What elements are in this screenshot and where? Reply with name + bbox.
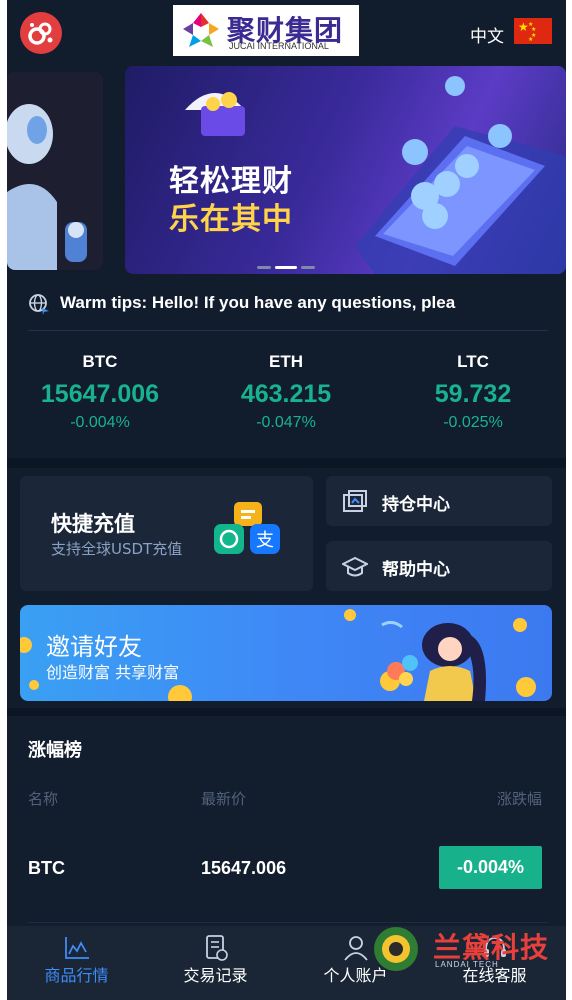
ticker-price: 59.732	[434, 380, 512, 408]
ticker-change: -0.025%	[443, 414, 503, 431]
tab-trade-records[interactable]: 交易记录	[146, 926, 285, 1000]
ranking-title: 涨幅榜	[28, 740, 82, 761]
document-icon	[206, 935, 228, 961]
ticker-change: -0.004%	[70, 414, 130, 431]
carousel-dot[interactable]	[257, 266, 271, 269]
invite-subtitle: 创造财富 共享财富	[46, 663, 180, 682]
positions-center-button[interactable]: 持仓中心	[326, 476, 552, 526]
section-separator	[7, 458, 566, 468]
ticker-name: ETH	[269, 352, 303, 371]
section-separator	[7, 708, 566, 716]
carousel-dot[interactable]	[275, 266, 297, 269]
china-flag-icon[interactable]: ★ ★ ★ ★ ★	[514, 18, 552, 44]
banner-slide-previous[interactable]	[7, 72, 103, 270]
row-change-badge: -0.004%	[439, 846, 542, 889]
app-screen: 聚财集团 JUCAI INTERNATIONAL 中文 ★ ★ ★ ★ ★ 轻松…	[7, 0, 566, 1000]
app-logo-icon[interactable]	[20, 12, 62, 54]
ticker-name: LTC	[457, 352, 489, 371]
invite-title: 邀请好友	[46, 633, 142, 661]
column-header-change: 涨跌幅	[497, 790, 543, 808]
robot-illustration	[7, 72, 103, 270]
help-label: 帮助中心	[382, 560, 450, 580]
help-center-button[interactable]: 帮助中心	[326, 541, 552, 591]
positions-label: 持仓中心	[382, 495, 450, 515]
ticker-name: BTC	[82, 352, 118, 371]
payment-methods-icon: 支	[214, 502, 280, 554]
graduation-cap-icon	[342, 556, 368, 577]
watermark-subtext: LANDAI TECH	[435, 960, 499, 969]
divider	[28, 922, 548, 923]
column-header-name: 名称	[28, 790, 59, 808]
banner-carousel[interactable]: 轻松理财 乐在其中	[7, 62, 566, 276]
brand-name-en: JUCAI INTERNATIONAL	[229, 41, 329, 51]
holdings-icon	[343, 490, 367, 512]
alipay-glyph: 支	[256, 530, 274, 551]
tab-label: 商品行情	[44, 966, 109, 985]
banner-headline-2: 乐在其中	[169, 202, 293, 237]
notice-bar[interactable]: Warm tips: Hello! If you have any questi…	[7, 283, 566, 323]
tab-label: 交易记录	[183, 966, 248, 985]
divider	[28, 330, 548, 331]
brand-emblem-icon	[183, 13, 219, 47]
banner-slide-main[interactable]: 轻松理财 乐在其中	[125, 66, 566, 274]
gainers-ranking: 涨幅榜 名称 最新价 涨跌幅 BTC 15647.006 -0.004%	[7, 716, 566, 926]
ticker-price: 463.215	[240, 380, 332, 408]
invite-friends-banner[interactable]: 邀请好友 创造财富 共享财富	[20, 605, 552, 701]
notice-text: Warm tips: Hello! If you have any questi…	[60, 293, 456, 312]
ticker-strip: BTC 15647.006 -0.004% ETH 463.215 -0.047…	[7, 340, 566, 450]
brand-logo: 聚财集团 JUCAI INTERNATIONAL	[173, 5, 359, 56]
recharge-subtitle: 支持全球USDT充值	[51, 540, 183, 558]
quick-recharge-card[interactable]: 快捷充值 支持全球USDT充值 支	[20, 476, 313, 591]
row-symbol: BTC	[28, 858, 65, 878]
recharge-title: 快捷充值	[51, 512, 135, 536]
watermark-emblem-icon	[374, 927, 418, 971]
carousel-dot[interactable]	[301, 266, 315, 269]
chart-icon	[65, 937, 89, 959]
column-header-price: 最新价	[201, 790, 247, 808]
ticker-price: 15647.006	[40, 380, 160, 408]
language-label[interactable]: 中文	[470, 22, 504, 47]
watermark: 兰黛科技 LANDAI TECH	[371, 924, 561, 974]
user-icon	[344, 936, 368, 961]
row-price: 15647.006	[201, 858, 287, 878]
top-header: 聚财集团 JUCAI INTERNATIONAL 中文 ★ ★ ★ ★ ★	[7, 0, 566, 62]
ticker-change: -0.047%	[256, 414, 316, 431]
tab-market[interactable]: 商品行情	[7, 926, 146, 1000]
globe-icon	[29, 294, 49, 315]
